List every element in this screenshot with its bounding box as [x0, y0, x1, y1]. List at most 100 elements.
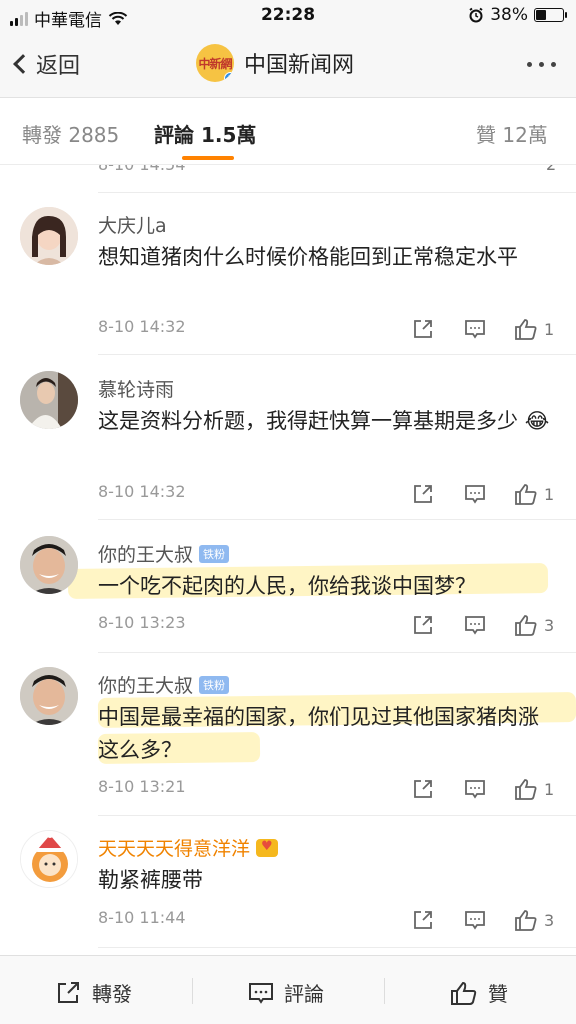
divider [192, 978, 193, 1004]
like-button[interactable]: 3 [514, 908, 554, 932]
battery-percent: 38% [490, 5, 528, 25]
like-button[interactable]: 3 [514, 613, 554, 637]
comment-author[interactable]: 天天天天得意洋洋 [98, 834, 279, 861]
comment-meta: 8-10 11:44 3 [98, 908, 554, 934]
like-button[interactable]: 1 [514, 317, 554, 341]
like-count: 2 [546, 165, 556, 174]
page-title: 中国新闻网 [244, 53, 355, 78]
thumbs-up-icon [515, 779, 537, 800]
comment-time: 8-10 14:32 [98, 482, 186, 501]
thumbs-up-icon [515, 319, 537, 340]
tab-bar: 轉發 2885 評論 1.5萬 贊 12萬 [0, 99, 576, 165]
comment-icon[interactable] [464, 777, 486, 801]
verified-icon: v [224, 72, 234, 82]
comment-icon[interactable] [464, 317, 486, 341]
avatar[interactable] [20, 667, 78, 725]
comment-icon[interactable] [464, 908, 486, 932]
back-label: 返回 [36, 54, 81, 79]
tab-comments[interactable]: 評論 1.5萬 [154, 119, 256, 148]
bottom-action-bar: 轉發 評論 贊 [0, 955, 576, 1024]
partial-comment-row: 8-10 14:54 2 [98, 165, 576, 193]
vip-crown-icon [256, 838, 279, 857]
like-button[interactable]: 1 [514, 482, 554, 506]
comment-button[interactable]: 評論 [248, 978, 324, 1007]
share-icon[interactable] [412, 777, 434, 801]
author-name[interactable]: 你的王大叔 [98, 540, 193, 567]
account-header[interactable]: 中新網 v 中国新闻网 [196, 44, 354, 82]
like-count: 1 [544, 484, 555, 504]
avatar[interactable] [20, 830, 78, 888]
comment-text: 一个吃不起肉的人民，你给我谈中国梦？ [98, 574, 476, 598]
comment-icon[interactable] [464, 613, 486, 637]
avatar[interactable] [20, 371, 78, 429]
divider [98, 947, 576, 948]
comment-text: 中国是最幸福的国家，你们见过其他国家猪肉涨这么多？ [98, 705, 539, 762]
thumbs-up-icon [515, 484, 537, 505]
comment-meta: 8-10 13:21 1 [98, 777, 554, 803]
comment-time: 8-10 14:32 [98, 317, 186, 336]
divider [384, 978, 385, 1004]
repost-button[interactable]: 轉發 [56, 978, 132, 1007]
comment-time: 8-10 11:44 [98, 908, 186, 927]
nav-bar: 返回 中新網 v 中国新闻网 [0, 32, 576, 98]
avatar[interactable] [20, 207, 78, 265]
comment-author[interactable]: 慕轮诗雨 [98, 375, 174, 402]
like-count: 1 [544, 779, 555, 799]
battery-icon [534, 8, 567, 22]
comment-author[interactable]: 你的王大叔 铁粉 [98, 540, 230, 567]
comment-time: 8-10 14:54 [98, 165, 186, 174]
status-bar: 中華電信 22:28 38% [0, 0, 576, 32]
tab-active-indicator [182, 156, 234, 160]
more-icon[interactable] [527, 62, 556, 67]
account-logo: 中新網 v [196, 44, 234, 82]
chevron-left-icon [13, 54, 33, 74]
tab-repost[interactable]: 轉發 2885 [22, 119, 119, 148]
repost-icon [58, 981, 79, 1003]
share-icon[interactable] [412, 317, 434, 341]
repost-label: 轉發 [92, 982, 132, 1006]
author-name[interactable]: 天天天天得意洋洋 [98, 834, 250, 861]
like-count: 1 [544, 319, 555, 339]
share-icon[interactable] [412, 908, 434, 932]
divider [98, 519, 576, 520]
comment-text: 这是资料分析题，我得赶快算一算基期是多少 😂 [98, 405, 554, 438]
thumbs-up-icon [515, 910, 537, 931]
status-right: 38% [468, 5, 567, 25]
thumbs-up-icon [451, 981, 477, 1005]
comment-author[interactable]: 大庆儿a [98, 211, 167, 238]
like-count: 3 [544, 910, 555, 930]
like-button[interactable]: 1 [514, 777, 554, 801]
comment-label: 評論 [284, 982, 324, 1006]
comment-time: 8-10 13:21 [98, 777, 186, 796]
author-name[interactable]: 大庆儿a [98, 211, 167, 238]
thumbs-up-icon [515, 615, 537, 636]
logo-text: 中新網 [198, 56, 232, 71]
divider [98, 815, 576, 816]
back-button[interactable]: 返回 [13, 48, 81, 80]
comment-icon [249, 982, 273, 1004]
divider [98, 354, 576, 355]
share-icon[interactable] [412, 482, 434, 506]
laughing-emoji-icon: 😂 [524, 409, 550, 433]
comment-text: 想知道猪肉什么时候价格能回到正常稳定水平 [98, 245, 518, 269]
divider [98, 652, 576, 653]
share-icon[interactable] [412, 613, 434, 637]
fan-badge: 铁粉 [199, 675, 230, 694]
avatar[interactable] [20, 536, 78, 594]
fan-badge: 铁粉 [199, 544, 230, 563]
author-name[interactable]: 你的王大叔 [98, 671, 193, 698]
comment-list[interactable]: 8-10 14:54 2 大庆儿a 想知道猪肉什么时候价格能回到正常稳定水平 8… [0, 165, 576, 955]
like-label: 贊 [488, 982, 508, 1006]
comment-meta: 8-10 14:32 1 [98, 317, 554, 343]
comment-meta: 8-10 13:23 3 [98, 613, 554, 639]
alarm-icon [469, 7, 483, 23]
comment-text: 勒紧裤腰带 [98, 868, 203, 892]
tab-likes[interactable]: 贊 12萬 [476, 119, 548, 148]
like-button[interactable]: 贊 [450, 978, 508, 1007]
comment-author[interactable]: 你的王大叔 铁粉 [98, 671, 230, 698]
comment-time: 8-10 13:23 [98, 613, 186, 632]
comment-meta: 8-10 14:32 1 [98, 482, 554, 508]
author-name[interactable]: 慕轮诗雨 [98, 375, 174, 402]
comment-icon[interactable] [464, 482, 486, 506]
like-count: 3 [544, 615, 555, 635]
